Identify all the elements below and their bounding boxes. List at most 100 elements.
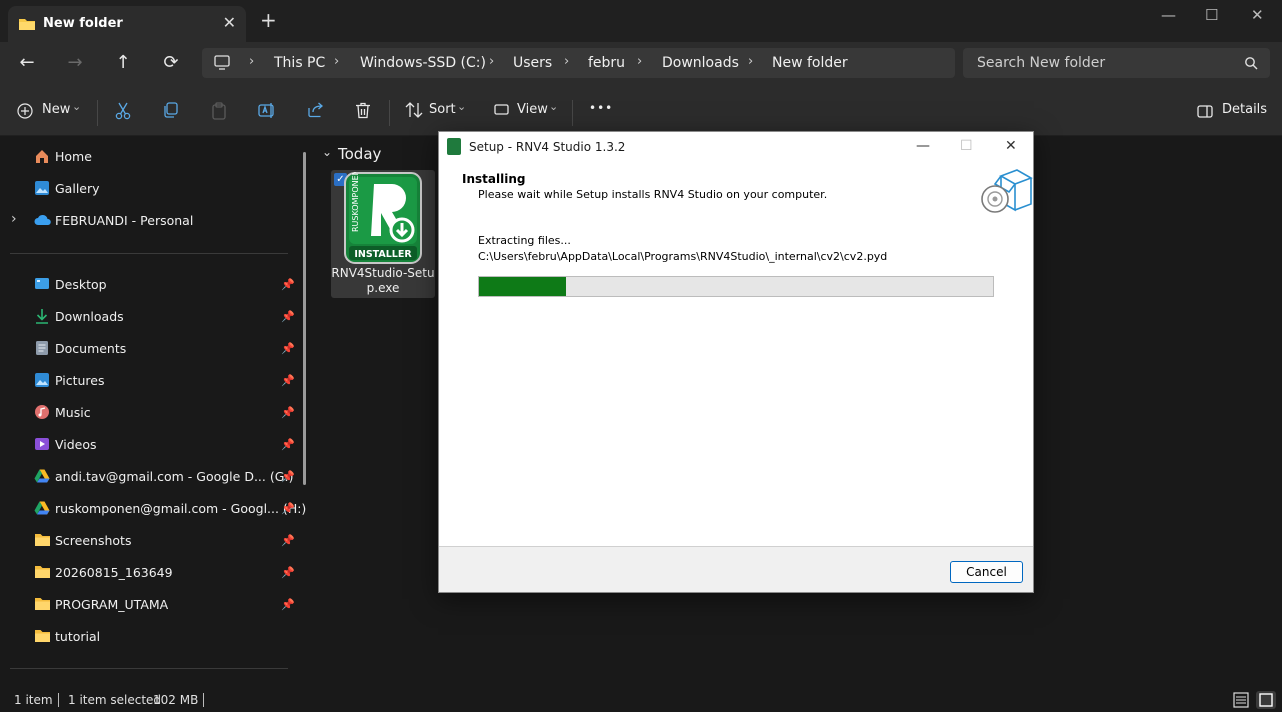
sidebar-item-label: Pictures <box>55 373 105 388</box>
close-tab-icon[interactable]: ✕ <box>223 13 236 32</box>
sidebar-item-documents[interactable]: Documents 📌 <box>0 335 300 363</box>
dialog-header: Installing Please wait while Setup insta… <box>439 162 1033 218</box>
paste-icon[interactable] <box>211 102 227 124</box>
address-bar[interactable]: › This PC › Windows-SSD (C:) › Users › f… <box>202 48 955 78</box>
selection-count: 1 item selected <box>68 693 162 707</box>
downloads-icon <box>34 308 50 324</box>
new-icon <box>17 103 33 123</box>
group-header[interactable]: Today <box>338 145 381 163</box>
gallery-icon <box>34 180 50 196</box>
sidebar-item-downloads[interactable]: Downloads 📌 <box>0 303 300 331</box>
sidebar-item-label: FEBRUANDI - Personal <box>55 213 194 228</box>
sidebar-divider <box>10 668 288 669</box>
minimize-button[interactable]: — <box>1161 6 1176 24</box>
sidebar-item-pictures[interactable]: Pictures 📌 <box>0 367 300 395</box>
refresh-button[interactable]: ⟳ <box>159 52 183 74</box>
search-input[interactable]: Search New folder <box>963 48 1270 78</box>
details-view-icon[interactable] <box>1233 692 1249 712</box>
chevron-right-icon: › <box>748 54 754 69</box>
sidebar-item-label: tutorial <box>55 629 101 644</box>
sidebar-item-screenshots[interactable]: Screenshots 📌 <box>0 527 300 555</box>
sidebar-item-label: Documents <box>55 341 127 356</box>
sidebar-item-gallery[interactable]: Gallery <box>0 175 300 203</box>
delete-icon[interactable] <box>355 102 371 123</box>
new-tab-button[interactable]: + <box>260 10 277 30</box>
chevron-right-icon: › <box>249 54 255 69</box>
rename-icon[interactable] <box>258 102 276 123</box>
breadcrumb-drive[interactable]: Windows-SSD (C:) <box>360 55 486 71</box>
up-button[interactable]: ↑ <box>111 52 135 74</box>
sidebar-item-videos[interactable]: Videos 📌 <box>0 431 300 459</box>
sidebar-item-label: Videos <box>55 437 97 452</box>
file-name-line: RNV4Studio-Setu <box>331 266 435 280</box>
file-item[interactable]: ✓ RUSKOMPONEN INSTALLER RNV4Studio-Setu … <box>331 169 435 298</box>
file-name: RNV4Studio-Setu p.exe <box>331 266 435 296</box>
breadcrumb-new-folder[interactable]: New folder <box>772 55 848 71</box>
pin-icon: 📌 <box>281 598 295 611</box>
sidebar-item-music[interactable]: Music 📌 <box>0 399 300 427</box>
address-row: ← → ↑ ⟳ › This PC › Windows-SSD (C:) › U… <box>0 42 1282 88</box>
sidebar-item-home[interactable]: Home <box>0 143 300 171</box>
pin-icon: 📌 <box>281 470 295 483</box>
dialog-maximize-button[interactable]: ☐ <box>960 138 973 154</box>
chevron-down-icon: ⌄ <box>549 100 559 113</box>
forward-button[interactable]: → <box>63 52 87 74</box>
details-button[interactable]: Details <box>1222 102 1267 117</box>
install-progress-bar <box>478 276 994 297</box>
sidebar-item-label: ruskomponen@gmail.com - Googl... (H:) <box>55 501 307 516</box>
dialog-minimize-button[interactable]: — <box>916 138 930 154</box>
share-icon[interactable] <box>307 102 324 122</box>
maximize-button[interactable]: ☐ <box>1205 6 1218 24</box>
sidebar-item-google-drive-h[interactable]: ruskomponen@gmail.com - Googl... (H:) 📌 <box>0 495 306 523</box>
sidebar-item-desktop[interactable]: Desktop 📌 <box>0 271 300 299</box>
cancel-button[interactable]: Cancel <box>950 561 1023 583</box>
group-collapse-icon[interactable]: ⌄ <box>322 145 332 159</box>
sidebar-scrollbar[interactable] <box>303 152 306 485</box>
sidebar-item-onedrive[interactable]: › FEBRUANDI - Personal <box>0 207 300 235</box>
dialog-titlebar[interactable]: Setup - RNV4 Studio 1.3.2 — ☐ ✕ <box>439 132 1033 162</box>
details-pane-icon <box>1197 104 1213 123</box>
installer-label: INSTALLER <box>354 249 412 260</box>
music-icon <box>34 404 50 420</box>
sidebar-item-label: Screenshots <box>55 533 132 548</box>
sidebar-item-tutorial[interactable]: tutorial <box>0 623 300 651</box>
toolbar-divider <box>389 100 390 126</box>
dialog-heading: Installing <box>462 172 526 186</box>
breadcrumb-this-pc[interactable]: This PC <box>274 55 325 71</box>
sidebar-item-label: Downloads <box>55 309 124 324</box>
sidebar-item-20260815[interactable]: 20260815_163649 📌 <box>0 559 300 587</box>
new-button[interactable]: New <box>42 102 70 117</box>
navigation-pane: Home Gallery › FEBRUANDI - Personal Desk… <box>0 137 314 688</box>
view-icon <box>494 102 510 121</box>
sidebar-item-label: Music <box>55 405 91 420</box>
toolbar-divider <box>97 100 98 126</box>
copy-icon[interactable] <box>163 102 179 122</box>
dialog-close-button[interactable]: ✕ <box>1005 138 1017 154</box>
tab-new-folder[interactable]: New folder ✕ <box>8 6 246 42</box>
back-button[interactable]: ← <box>15 52 39 74</box>
setup-dialog: Setup - RNV4 Studio 1.3.2 — ☐ ✕ Installi… <box>438 131 1034 593</box>
more-options-button[interactable]: ••• <box>589 101 613 115</box>
folder-icon <box>18 16 36 36</box>
tab-bar: New folder ✕ + — ☐ ✕ <box>0 0 1282 42</box>
breadcrumb-users[interactable]: Users <box>513 55 552 71</box>
sidebar-item-google-drive-g[interactable]: andi.tav@gmail.com - Google D... (G:) 📌 <box>0 463 300 491</box>
pin-icon: 📌 <box>281 438 295 451</box>
sidebar-item-label: PROGRAM_UTAMA <box>55 597 169 612</box>
pin-icon: 📌 <box>281 566 295 579</box>
chevron-down-icon: ⌄ <box>457 100 467 113</box>
progress-fill <box>479 277 566 296</box>
cut-icon[interactable] <box>115 102 131 124</box>
pictures-icon <box>34 372 50 388</box>
close-window-button[interactable]: ✕ <box>1251 6 1264 24</box>
search-placeholder: Search New folder <box>977 55 1106 71</box>
breadcrumb-febru[interactable]: febru <box>588 55 625 71</box>
computer-icon <box>214 55 230 74</box>
sidebar-item-program-utama[interactable]: PROGRAM_UTAMA 📌 <box>0 591 300 619</box>
expand-chevron-icon[interactable]: › <box>11 211 17 227</box>
view-button[interactable]: View <box>517 102 548 117</box>
tiles-view-icon[interactable] <box>1256 691 1276 709</box>
breadcrumb-downloads[interactable]: Downloads <box>662 55 739 71</box>
sort-button[interactable]: Sort <box>429 102 456 117</box>
dialog-title: Setup - RNV4 Studio 1.3.2 <box>469 140 626 154</box>
